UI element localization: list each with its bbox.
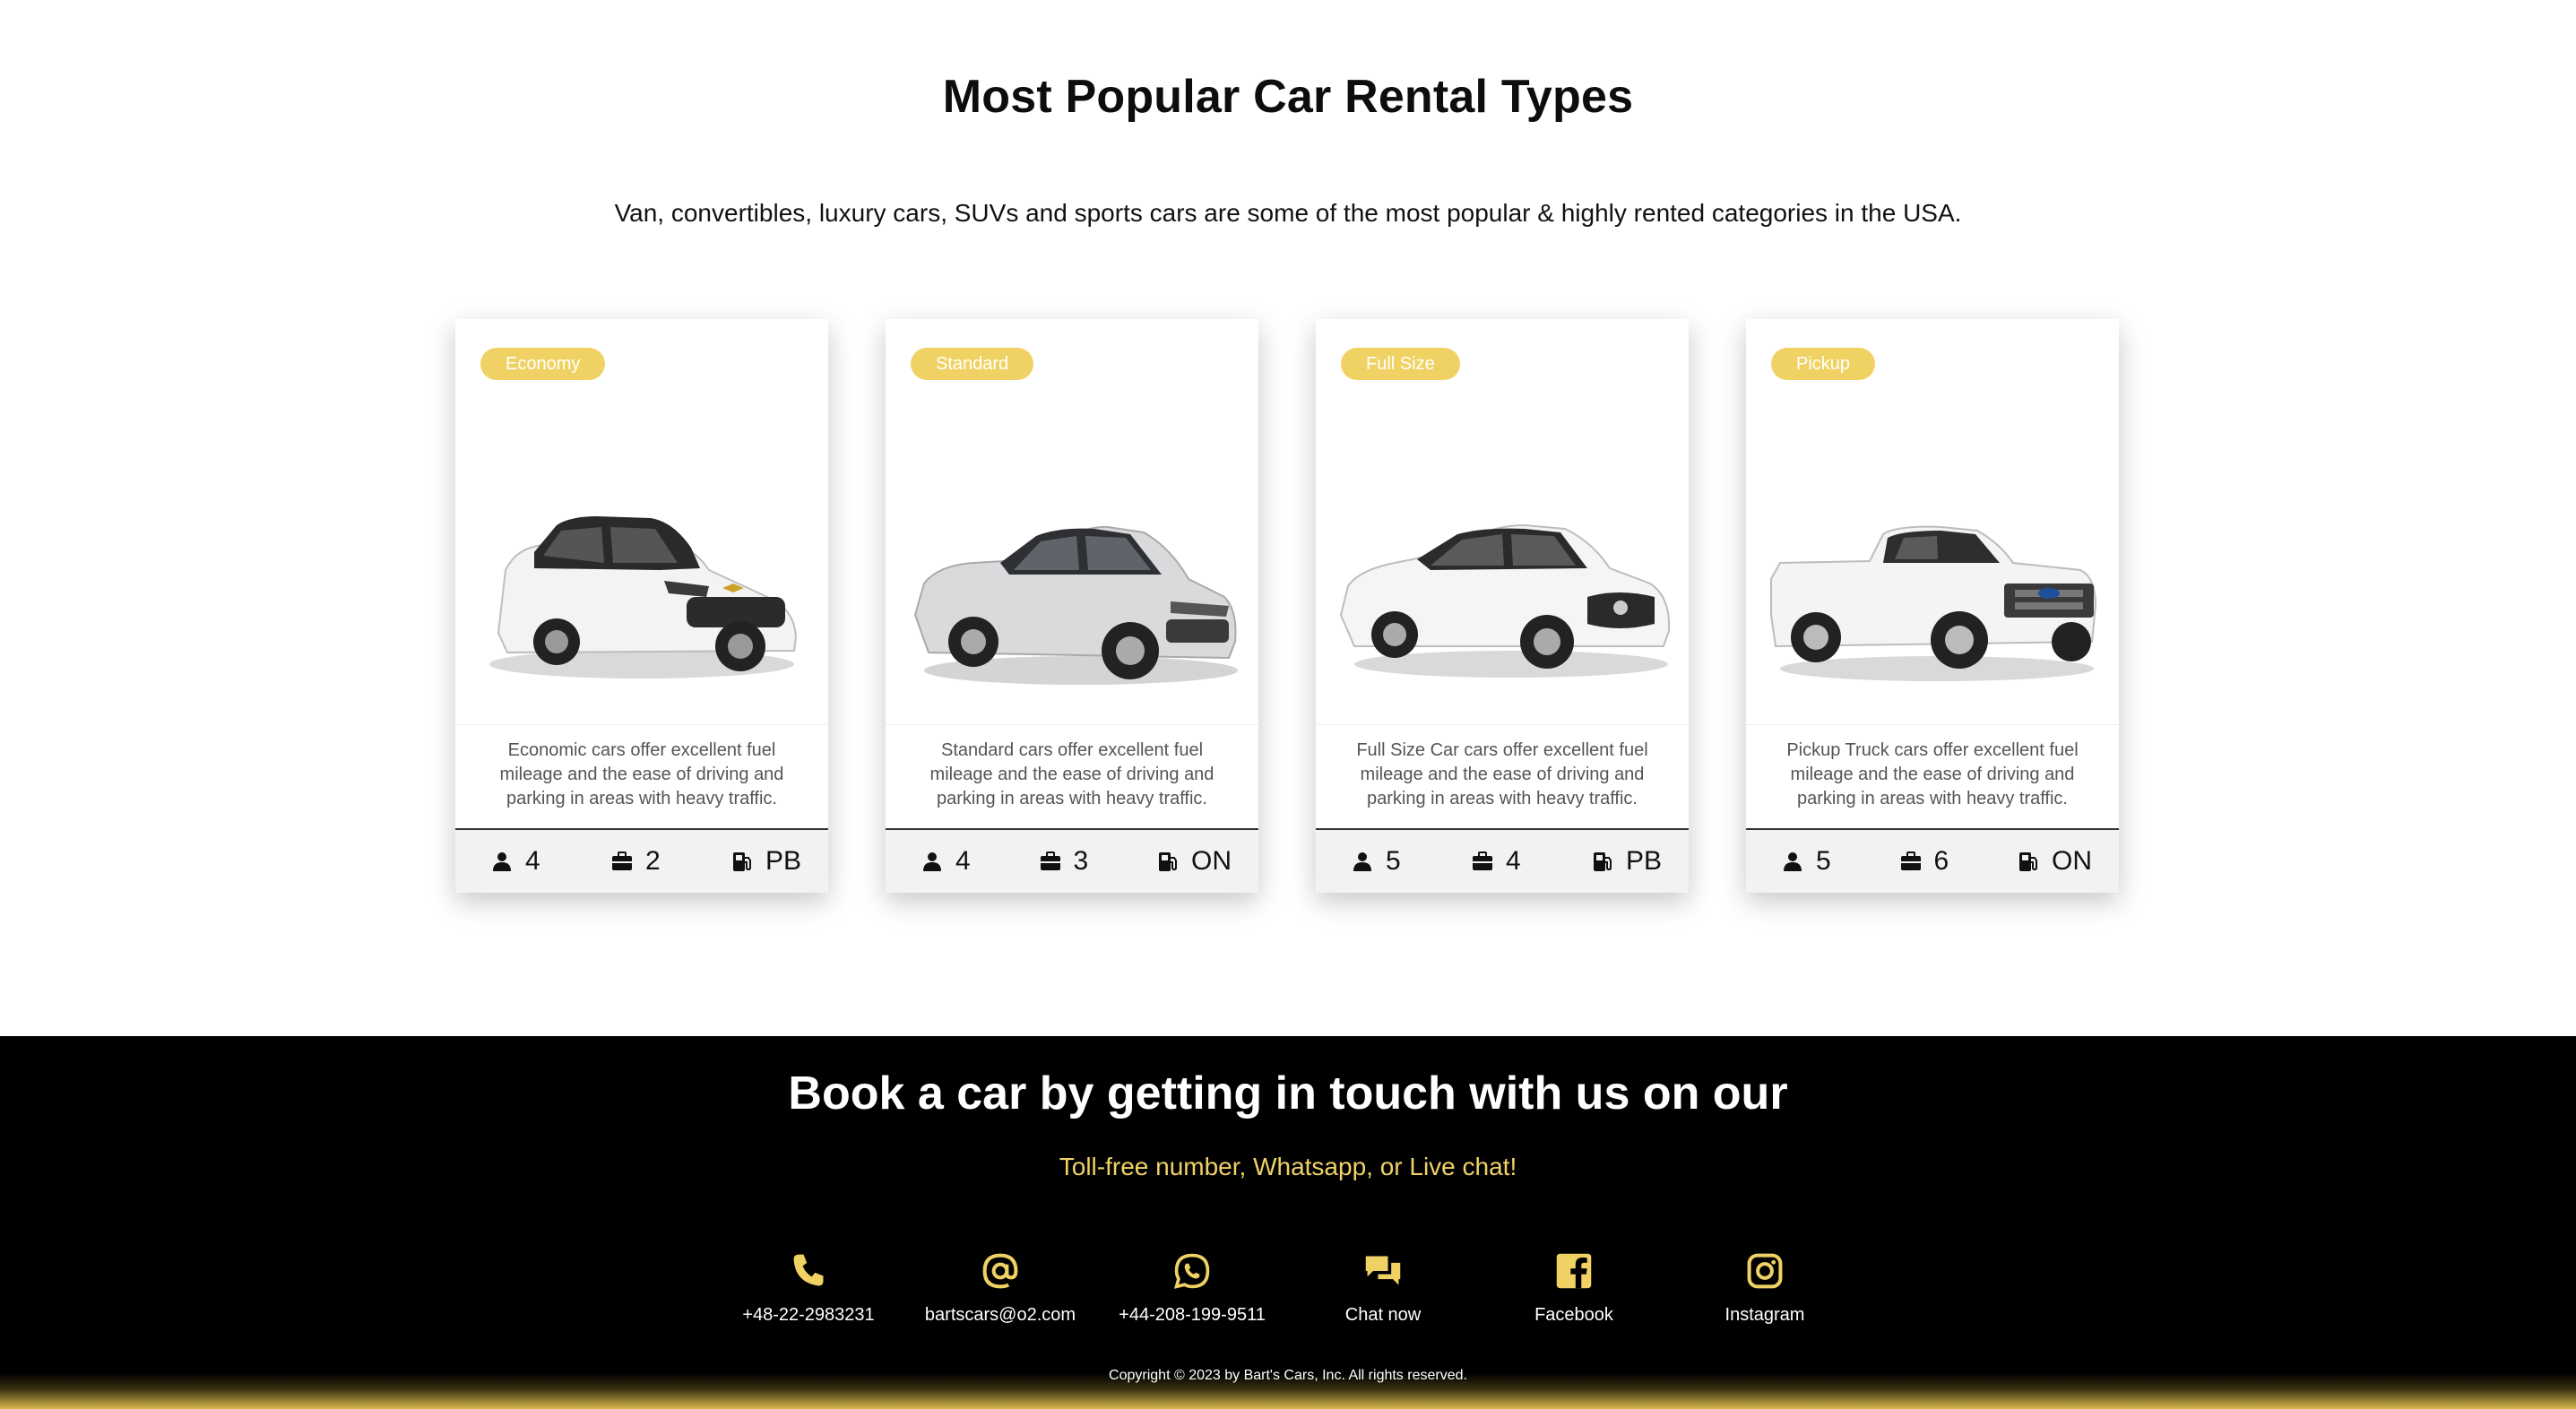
fuel-stat: PB <box>731 846 801 877</box>
chat-icon <box>1365 1256 1401 1285</box>
passengers-stat: 4 <box>921 846 971 877</box>
passengers-count: 5 <box>1386 846 1401 876</box>
contact-label: bartscars@o2.com <box>924 1305 1076 1325</box>
passengers-stat: 4 <box>491 846 540 877</box>
contact-links: +48-22-2983231 bartscars@o2.com +44-208-… <box>0 1251 2576 1341</box>
fuel-type: PB <box>765 846 801 876</box>
car-card-standard[interactable]: Standard Standard cars offer excellent f… <box>886 319 1258 893</box>
car-types-section: Most Popular Car Rental Types Van, conve… <box>0 0 2576 1036</box>
bags-stat: 3 <box>1040 846 1089 877</box>
car-card-full-size[interactable]: Full Size Full Size Car cars offer excel… <box>1316 319 1689 893</box>
fuel-pump-icon <box>2019 852 2037 871</box>
briefcase-icon <box>611 851 632 870</box>
category-badge: Pickup <box>1771 348 1876 380</box>
standard-car-image <box>913 525 1238 685</box>
contact-label: +48-22-2983231 <box>742 1305 875 1325</box>
car-cards: Economy Economic cars offer excellent fu… <box>455 319 2121 893</box>
full-size-car-image <box>1339 523 1671 678</box>
fuel-stat: PB <box>1592 846 1662 877</box>
bags-stat: 4 <box>1472 846 1521 877</box>
bags-count: 2 <box>644 846 661 876</box>
bags-count: 6 <box>1933 846 1949 876</box>
bags-count: 4 <box>1505 846 1521 876</box>
whatsapp-link[interactable]: +44-208-199-9511 <box>1102 1251 1282 1326</box>
footer-subtitle: Toll-free number, Whatsapp, or Live chat… <box>1059 1153 1517 1180</box>
fuel-type: ON <box>1191 846 1232 876</box>
car-stats: 4 2 PB <box>455 828 828 893</box>
passengers-stat: 5 <box>1782 846 1831 877</box>
section-title: Most Popular Car Rental Types <box>942 71 1634 123</box>
economy-car-image <box>489 516 798 679</box>
car-description: Economic cars offer excellent fuel milea… <box>499 740 784 808</box>
car-description: Full Size Car cars offer excellent fuel … <box>1356 740 1648 808</box>
section-subtitle: Van, convertibles, luxury cars, SUVs and… <box>614 199 1962 227</box>
contact-label: +44-208-199-9511 <box>1119 1305 1266 1325</box>
footer-title: Book a car by getting in touch with us o… <box>788 1068 1788 1119</box>
briefcase-icon <box>1040 851 1060 870</box>
card-divider <box>1316 724 1689 725</box>
live-chat-link[interactable]: Chat now <box>1293 1251 1473 1326</box>
passengers-count: 4 <box>525 846 540 876</box>
whatsapp-icon <box>1173 1253 1210 1289</box>
card-divider <box>886 724 1258 725</box>
car-stats: 4 3 ON <box>886 828 1258 893</box>
person-icon <box>1353 852 1371 871</box>
copyright: Copyright © 2023 by Bart's Cars, Inc. Al… <box>1109 1368 1467 1383</box>
fuel-stat: ON <box>2018 846 2092 877</box>
bags-count: 3 <box>1073 846 1089 876</box>
car-stats: 5 6 ON <box>1746 828 2119 893</box>
phone-icon <box>793 1254 824 1286</box>
instagram-link[interactable]: Instagram <box>1675 1251 1854 1326</box>
phone-link[interactable]: +48-22-2983231 <box>719 1251 898 1326</box>
passengers-stat: 5 <box>1352 846 1401 877</box>
fuel-stat: ON <box>1157 846 1232 877</box>
passengers-count: 5 <box>1816 846 1831 876</box>
car-card-pickup[interactable]: Pickup Pickup Truck cars offer excellent… <box>1746 319 2119 893</box>
briefcase-icon <box>1900 851 1921 870</box>
person-icon <box>1784 852 1802 871</box>
passengers-count: 4 <box>955 846 971 876</box>
fuel-pump-icon <box>732 852 751 871</box>
car-description: Pickup Truck cars offer excellent fuel m… <box>1786 740 2079 808</box>
car-card-economy[interactable]: Economy Economic cars offer excellent fu… <box>455 319 828 893</box>
facebook-icon <box>1556 1253 1592 1289</box>
fuel-type: ON <box>2052 846 2092 876</box>
fuel-pump-icon <box>1593 852 1612 871</box>
contact-footer: Book a car by getting in touch with us o… <box>0 1036 2576 1409</box>
contact-label: Chat now <box>1344 1305 1422 1325</box>
category-badge: Economy <box>480 348 606 380</box>
person-icon <box>923 852 941 871</box>
fuel-pump-icon <box>1159 852 1177 871</box>
car-stats: 5 4 PB <box>1316 828 1689 893</box>
contact-label: Facebook <box>1534 1305 1613 1325</box>
card-divider <box>455 724 828 725</box>
bags-stat: 2 <box>611 846 661 877</box>
at-icon <box>982 1253 1018 1289</box>
card-divider <box>1746 724 2119 725</box>
pickup-truck-image <box>1770 525 2097 681</box>
instagram-icon <box>1747 1253 1783 1289</box>
car-description: Standard cars offer excellent fuel milea… <box>929 740 1215 808</box>
category-badge: Standard <box>911 348 1034 380</box>
category-badge: Full Size <box>1341 348 1460 380</box>
person-icon <box>493 852 511 871</box>
briefcase-icon <box>1472 851 1492 870</box>
contact-label: Instagram <box>1725 1305 1805 1325</box>
bags-stat: 6 <box>1900 846 1949 877</box>
facebook-link[interactable]: Facebook <box>1484 1251 1664 1326</box>
email-link[interactable]: bartscars@o2.com <box>911 1251 1090 1326</box>
fuel-type: PB <box>1625 846 1662 876</box>
